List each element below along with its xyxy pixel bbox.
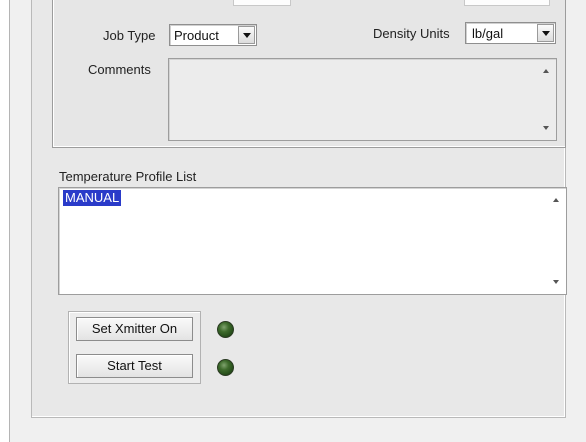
xmitter-status-led: [217, 321, 234, 338]
scroll-down-arrow-icon[interactable]: [543, 126, 549, 130]
scroll-down-arrow-icon[interactable]: [553, 280, 559, 284]
set-xmitter-on-button[interactable]: Set Xmitter On: [76, 317, 193, 341]
density-units-ring[interactable]: lb/gal: [465, 22, 556, 44]
field-edge-left: [233, 0, 291, 6]
job-type-label: Job Type: [103, 28, 156, 43]
job-settings-panel: Job Type Product Density Units lb/gal Co…: [52, 0, 566, 148]
comments-scrollbar[interactable]: [538, 60, 555, 139]
chevron-down-icon[interactable]: [537, 24, 554, 42]
list-item-selected[interactable]: MANUAL: [63, 190, 122, 206]
temperature-profile-listbox[interactable]: MANUAL: [58, 187, 567, 295]
scroll-up-arrow-icon[interactable]: [543, 69, 549, 73]
job-type-ring[interactable]: Product: [169, 24, 257, 46]
comments-label: Comments: [88, 62, 151, 77]
temperature-profile-label: Temperature Profile List: [59, 169, 197, 184]
test-controls-group: Set Xmitter On Start Test: [68, 311, 201, 384]
scroll-up-arrow-icon[interactable]: [553, 198, 559, 202]
test-status-led: [217, 359, 234, 376]
start-test-button[interactable]: Start Test: [76, 354, 193, 378]
density-units-value: lb/gal: [472, 26, 504, 41]
density-units-label: Density Units: [373, 26, 450, 41]
comments-textbox[interactable]: [168, 58, 557, 141]
job-type-value: Product: [174, 28, 219, 43]
profile-list-scrollbar[interactable]: [548, 189, 565, 293]
field-edge-right: [464, 0, 550, 6]
chevron-down-icon[interactable]: [238, 26, 255, 44]
